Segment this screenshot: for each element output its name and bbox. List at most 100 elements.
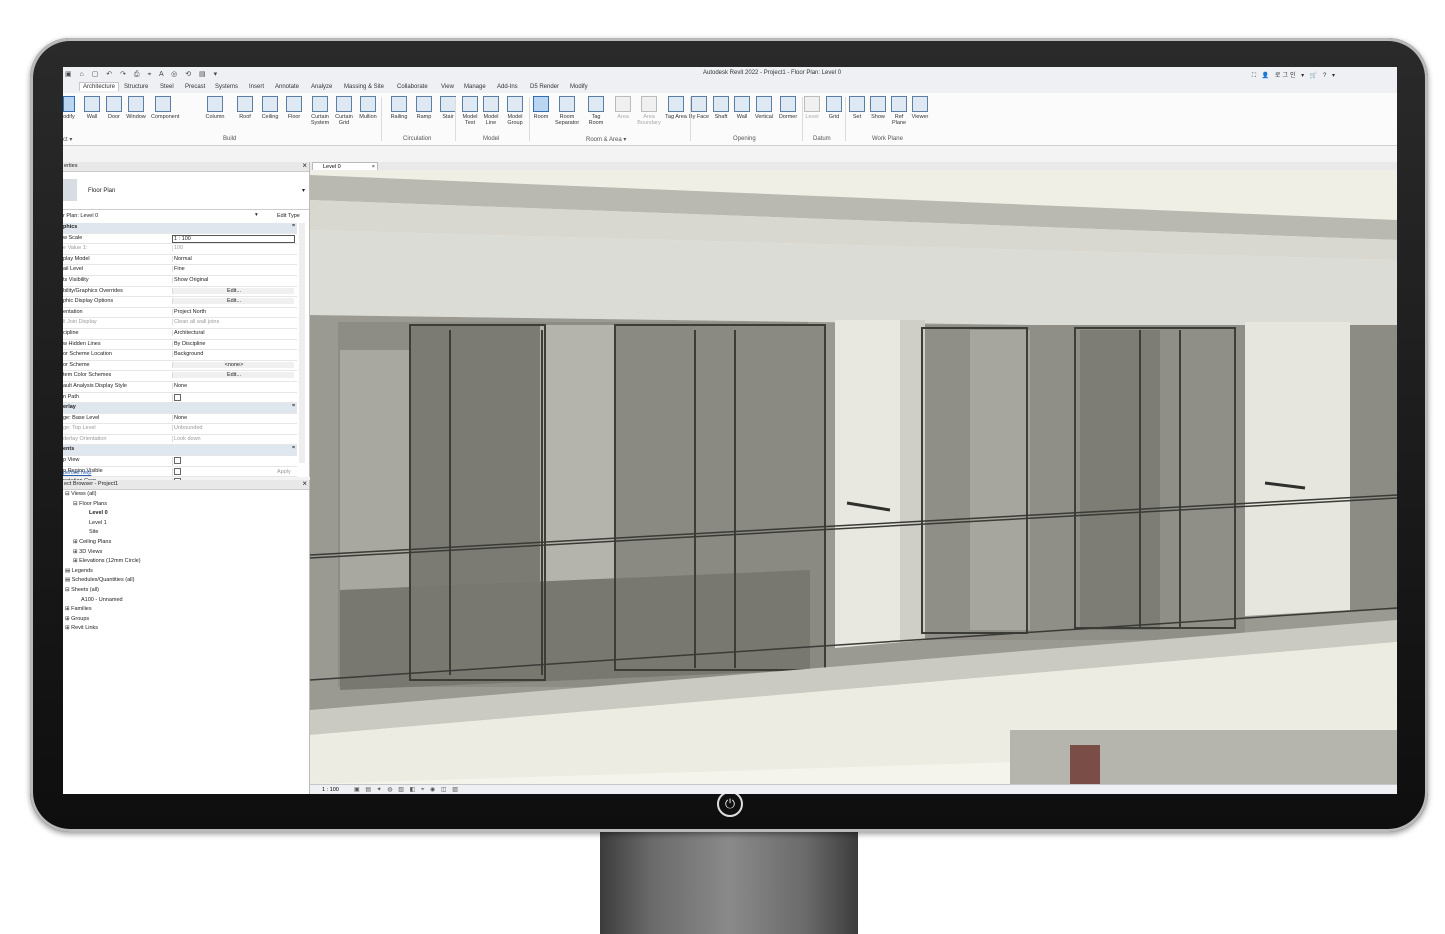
tab-view[interactable]: View: [441, 84, 454, 90]
edit-type-button[interactable]: Edit Type: [277, 213, 300, 219]
tree-item[interactable]: Level 0: [63, 510, 141, 520]
tab-manage[interactable]: Manage: [464, 84, 486, 90]
tree-item[interactable]: A100 - Unnamed: [63, 597, 141, 607]
tab-analyze[interactable]: Analyze: [311, 84, 332, 90]
tree-item[interactable]: ⊞ Families: [63, 606, 141, 616]
tree-item[interactable]: ⊞ 3D Views: [63, 549, 141, 559]
tree-node-icon[interactable]: ▤: [65, 577, 72, 583]
property-value[interactable]: Edit...: [172, 372, 294, 379]
scrollbar[interactable]: [299, 223, 305, 463]
property-checkbox[interactable]: [172, 467, 294, 477]
property-value[interactable]: None: [172, 414, 294, 421]
railing-button[interactable]: Railing: [387, 96, 411, 120]
collapse-icon[interactable]: ≈: [292, 445, 295, 451]
tab-architecture[interactable]: Architecture: [79, 82, 120, 91]
modify-button[interactable]: odify: [63, 96, 75, 120]
tree-item[interactable]: ⊟ Views (all): [63, 491, 141, 501]
stair-button[interactable]: Stair: [436, 96, 460, 120]
close-icon[interactable]: ×: [302, 479, 307, 488]
property-value[interactable]: By Discipline: [172, 340, 294, 347]
dormer-button[interactable]: Dormer: [776, 96, 800, 120]
tree-item[interactable]: Level 1: [63, 520, 141, 530]
tab-steel[interactable]: Steel: [160, 84, 174, 90]
room-button[interactable]: Room: [529, 96, 553, 120]
tag-room-button[interactable]: Tag Room: [584, 96, 608, 126]
property-value[interactable]: Show Original: [172, 276, 294, 283]
ceiling-button[interactable]: Ceiling: [258, 96, 282, 120]
view-control-icons[interactable]: ▣ ▤ ✦ ◍ ▥ ◧ ⌖ ◉ ◫ ▧: [354, 786, 460, 794]
column-button[interactable]: Column: [203, 96, 227, 120]
collapse-icon[interactable]: ≈: [292, 223, 295, 229]
tree-node-icon[interactable]: ▤: [65, 568, 72, 574]
door-button[interactable]: Door: [102, 96, 126, 120]
tab-add-ins[interactable]: Add-Ins: [497, 84, 518, 90]
close-icon[interactable]: ×: [302, 161, 307, 170]
property-value[interactable]: Fine: [172, 266, 294, 273]
tab-d5-render[interactable]: D5 Render: [530, 84, 559, 90]
roof-button[interactable]: Roof: [233, 96, 257, 120]
wall-button[interactable]: Wall: [80, 96, 104, 120]
property-value[interactable]: Background: [172, 351, 294, 358]
property-section[interactable]: erlay ≈: [63, 403, 297, 414]
tree-item[interactable]: ⊟ Floor Plans: [63, 501, 141, 511]
quick-access-icons[interactable]: ▣ ⌂ ▢ ↶ ↷ ⎙ ⌖ A ◎ ⟲ ▤ ▾: [65, 70, 220, 79]
tree-item[interactable]: ⊟ Sheets (all): [63, 587, 141, 597]
curtain-grid-button[interactable]: Curtain Grid: [332, 96, 356, 126]
tab-insert[interactable]: Insert: [249, 84, 264, 90]
property-value[interactable]: Edit...: [172, 287, 294, 294]
checkbox[interactable]: [174, 467, 181, 475]
property-section[interactable]: phics ≈: [63, 223, 297, 234]
instance-filter[interactable]: r Plan: Level 0 ▾ Edit Type: [63, 211, 309, 221]
property-value[interactable]: Architectural: [172, 329, 294, 336]
tab-annotate[interactable]: Annotate: [275, 84, 299, 90]
tab-collaborate[interactable]: Collaborate: [397, 84, 428, 90]
property-value[interactable]: None: [172, 382, 294, 389]
window-button[interactable]: Window: [124, 96, 148, 120]
apply-button[interactable]: Apply: [277, 469, 291, 475]
property-value[interactable]: Project North: [172, 308, 294, 315]
tree-item[interactable]: Site: [63, 529, 141, 539]
tree-item[interactable]: ▤ Legends: [63, 568, 141, 578]
room-separator-button[interactable]: Room Separator: [555, 96, 579, 126]
tab-structure[interactable]: Structure: [124, 84, 148, 90]
checkbox[interactable]: [174, 457, 181, 465]
area-boundary-button[interactable]: Area Boundary: [637, 96, 661, 126]
view-scale[interactable]: 1 : 100: [322, 787, 339, 793]
property-value[interactable]: 1 : 100: [172, 234, 295, 243]
area-button[interactable]: Area: [611, 96, 635, 120]
property-section[interactable]: ents ≈: [63, 445, 297, 457]
viewer-button[interactable]: Viewer: [908, 96, 932, 120]
property-value[interactable]: Edit...: [172, 298, 294, 305]
account-controls[interactable]: ⛶ 👤 로그인 ▾ 🛒 ? ▾: [1252, 70, 1337, 80]
chevron-down-icon[interactable]: ▾: [255, 212, 258, 218]
mullion-button[interactable]: Mullion: [356, 96, 380, 120]
curtain-system-button[interactable]: Curtain System: [308, 96, 332, 126]
model-group-button[interactable]: Model Group: [503, 96, 527, 126]
property-value[interactable]: <none>: [172, 361, 294, 368]
tree-item[interactable]: ⊞ Revit Links: [63, 625, 141, 635]
wall-button[interactable]: Wall: [730, 96, 754, 120]
checkbox[interactable]: [174, 393, 181, 401]
tab-massing-site[interactable]: Massing & Site: [344, 84, 384, 90]
property-checkbox[interactable]: [172, 393, 294, 403]
drawing-area[interactable]: [310, 170, 1397, 784]
grid-button[interactable]: Grid: [822, 96, 846, 120]
property-checkbox[interactable]: [172, 457, 294, 467]
tree-item[interactable]: ⊞ Ceiling Plans: [63, 539, 141, 549]
select-dropdown[interactable]: ct ▾: [63, 136, 72, 143]
type-selector[interactable]: Floor Plan ▾: [63, 171, 309, 210]
collapse-icon[interactable]: ≈: [292, 403, 295, 409]
tag-area-button[interactable]: Tag Area: [664, 96, 688, 120]
chevron-down-icon[interactable]: ▾: [302, 187, 305, 194]
ramp-button[interactable]: Ramp: [412, 96, 436, 120]
tree-item[interactable]: ▤ Schedules/Quantities (all): [63, 577, 141, 587]
property-value[interactable]: Normal: [172, 255, 294, 262]
model-line-button[interactable]: Model Line: [479, 96, 503, 126]
component-button[interactable]: Component: [151, 96, 179, 120]
tab-modify[interactable]: Modify: [570, 84, 588, 90]
level-button[interactable]: Level: [800, 96, 824, 120]
tree-item[interactable]: ⊞ Elevations (12mm Circle): [63, 558, 141, 568]
tab-systems[interactable]: Systems: [215, 84, 238, 90]
tab-precast[interactable]: Precast: [185, 84, 205, 90]
tree-item[interactable]: ⊞ Groups: [63, 616, 141, 626]
